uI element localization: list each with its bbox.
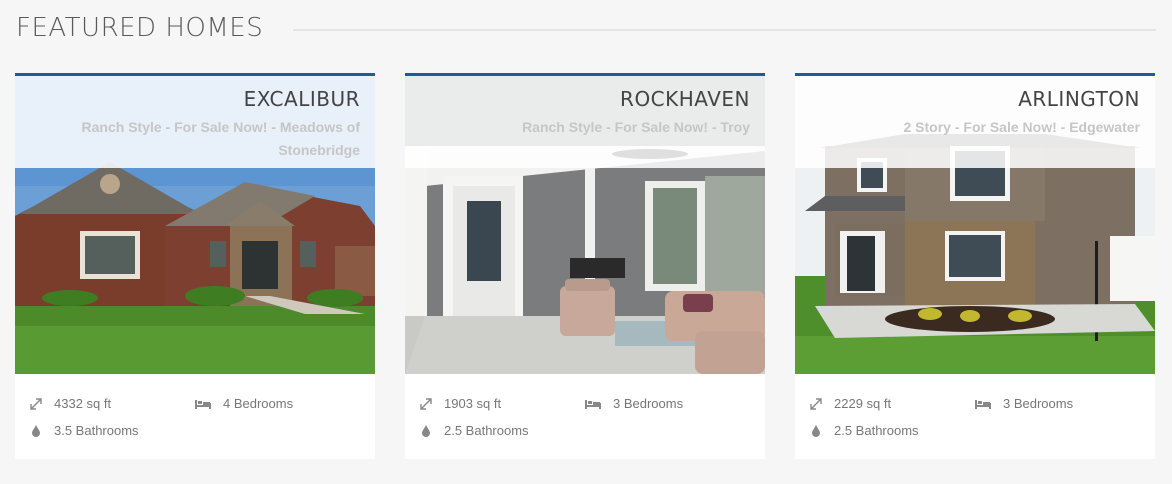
feature-bathrooms: 2.5 Bathrooms [420,423,529,438]
home-title-overlay: EXCALIBUR Ranch Style - For Sale Now! - … [15,76,375,168]
water-drop-icon [810,424,822,437]
home-card-excalibur[interactable]: EXCALIBUR Ranch Style - For Sale Now! - … [15,73,375,459]
bedrooms-text: 3 Bedrooms [613,396,684,411]
feature-bedrooms: 3 Bedrooms [585,396,683,411]
bedrooms-text: 4 Bedrooms [223,396,294,411]
expand-arrows-icon [420,397,432,410]
home-name[interactable]: EXCALIBUR [55,86,360,112]
home-card-rockhaven[interactable]: ROCKHAVEN Ranch Style - For Sale Now! - … [405,73,765,459]
bathrooms-text: 2.5 Bathrooms [834,423,919,438]
home-card-arlington[interactable]: ARLINGTON 2 Story - For Sale Now! - Edge… [795,73,1155,459]
feature-bedrooms: 3 Bedrooms [975,396,1073,411]
expand-arrows-icon [810,397,822,410]
home-description: Ranch Style - For Sale Now! - Meadows of… [81,119,360,158]
two-story-house-photo[interactable]: ARLINGTON 2 Story - For Sale Now! - Edge… [795,76,1155,374]
home-features: 2229 sq ft 3 Bedrooms 2.5 Bathrooms [795,374,1155,459]
water-drop-icon [420,424,432,437]
covered-patio-photo[interactable]: ROCKHAVEN Ranch Style - For Sale Now! - … [405,76,765,374]
bed-icon [195,398,211,410]
home-name[interactable]: ROCKHAVEN [445,86,750,112]
feature-bathrooms: 2.5 Bathrooms [810,423,919,438]
home-title-overlay: ARLINGTON 2 Story - For Sale Now! - Edge… [795,76,1155,168]
feature-area: 1903 sq ft [420,396,501,411]
water-drop-icon [30,424,42,437]
bathrooms-text: 3.5 Bathrooms [54,423,139,438]
bed-icon [585,398,601,410]
sqft-text: 1903 sq ft [444,396,502,411]
section-header: FEATURED HOMES [16,10,1156,46]
home-description: 2 Story - For Sale Now! - Edgewater [903,119,1141,135]
sqft-text: 2229 sq ft [834,396,892,411]
home-description: Ranch Style - For Sale Now! - Troy [522,119,750,135]
brick-ranch-house-photo[interactable]: EXCALIBUR Ranch Style - For Sale Now! - … [15,76,375,374]
home-features: 1903 sq ft 3 Bedrooms 2.5 Bathrooms [405,374,765,459]
bathrooms-text: 2.5 Bathrooms [444,423,529,438]
section-divider [293,29,1156,31]
feature-bathrooms: 3.5 Bathrooms [30,423,139,438]
bed-icon [975,398,991,410]
sqft-text: 4332 sq ft [54,396,112,411]
home-name[interactable]: ARLINGTON [835,86,1140,112]
home-title-overlay: ROCKHAVEN Ranch Style - For Sale Now! - … [405,76,765,168]
feature-bedrooms: 4 Bedrooms [195,396,293,411]
home-features: 4332 sq ft 4 Bedrooms 3.5 Bathrooms [15,374,375,459]
feature-area: 4332 sq ft [30,396,111,411]
bedrooms-text: 3 Bedrooms [1003,396,1074,411]
section-title: FEATURED HOMES [16,13,264,43]
expand-arrows-icon [30,397,42,410]
feature-area: 2229 sq ft [810,396,891,411]
